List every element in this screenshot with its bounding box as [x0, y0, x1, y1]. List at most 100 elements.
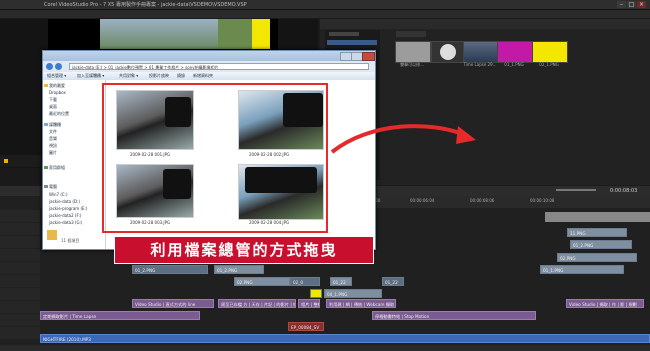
nav-item[interactable]: 音樂: [49, 136, 57, 142]
back-button[interactable]: [46, 63, 53, 70]
nav-item[interactable]: 圖片: [49, 150, 57, 156]
toolbar-share[interactable]: 共用對象 ▾: [119, 72, 138, 80]
track-marker: [545, 212, 650, 222]
library-thumb-label: 雙擊可以修...: [400, 62, 424, 67]
nav-item[interactable]: 我的最愛: [49, 83, 65, 89]
ruler-tick: 00:00:06:04: [410, 198, 435, 203]
timeline-clip[interactable]: 01_22: [382, 277, 404, 286]
library-thumb[interactable]: [395, 41, 431, 63]
preview-tree: [218, 19, 252, 49]
timeline-clip[interactable]: 利用建 | 網 | 傳統 | Webcam 擷取 | 影 | 相機: [326, 299, 396, 308]
nav-item[interactable]: 桌面: [49, 104, 57, 110]
explorer-toolbar: 組合管理 ▾ 加入至媒體櫃 ▾ 共用對象 ▾ 投影片放映 燒錄 新增資料夾: [43, 72, 375, 80]
library-filter[interactable]: [396, 31, 426, 37]
ruler-tick: 00:00:10:08: [530, 198, 555, 203]
library-thumb[interactable]: [431, 41, 467, 63]
forward-button[interactable]: [55, 63, 62, 70]
nav-item[interactable]: jackie-data (D:): [49, 199, 80, 204]
toolbar-burn[interactable]: 燒錄: [177, 72, 185, 80]
timeline-clip[interactable]: Video Studio | 直式方式的 line: [132, 299, 214, 308]
timeline-clip[interactable]: 停格動畫特效 | Stop Motion: [372, 311, 536, 320]
scrubber-handle[interactable]: [4, 159, 8, 163]
nav-item[interactable]: Dropbox: [49, 90, 66, 95]
explorer-title-bar: [43, 51, 375, 61]
record-icon: [440, 44, 456, 60]
close-button[interactable]: [362, 52, 375, 61]
timeline-clip[interactable]: 01_22: [330, 277, 352, 286]
timeline-clip[interactable]: 02.PNG: [234, 277, 290, 286]
nav-item[interactable]: jackie-data3 (G:): [49, 220, 83, 225]
track-header[interactable]: [0, 249, 40, 261]
track-header[interactable]: [0, 236, 40, 248]
nav-item[interactable]: 最近的位置: [49, 111, 69, 117]
timeline-clip[interactable]: 11.PNG: [567, 228, 627, 237]
timeline-clip[interactable]: 定期擷取影片 | Time Lapse: [40, 311, 200, 320]
nav-item[interactable]: 文件: [49, 129, 57, 135]
item-count: 11 個項目: [61, 238, 80, 243]
library-tabs: [320, 19, 650, 29]
track-header[interactable]: [0, 288, 40, 300]
timeline-clip[interactable]: 02_0: [290, 277, 320, 286]
library-folder-item[interactable]: [327, 40, 377, 45]
library-thumb-label: 01_1.PNG: [504, 62, 524, 67]
drag-highlight-box: [102, 83, 328, 233]
timeline-clip[interactable]: 01_2.PNG: [132, 265, 208, 274]
nav-item[interactable]: 視訊: [49, 143, 57, 149]
folder-icon: [47, 230, 57, 240]
drag-arrow-icon: [330, 124, 476, 154]
track-header[interactable]: [0, 275, 40, 287]
library-thumb-label: Time Lapse 29...: [463, 62, 497, 67]
title-bar: Corel VideoStudio Pro - 7 X5 專用製作手冊專案 - …: [0, 0, 650, 10]
timeline-clip[interactable]: 04_1.PNG: [324, 289, 382, 298]
timeline-clip[interactable]: Video Studio | 擷取 | 作 | 影 | 規劃: [566, 299, 644, 308]
homegroup-icon: [44, 166, 48, 169]
address-bar[interactable]: jackie-data (E:) > 01_jackie數位預覽 > 01 專業…: [69, 63, 369, 70]
maximize-button[interactable]: □: [627, 1, 636, 8]
nav-item[interactable]: jackie-program (E:): [49, 206, 87, 211]
toolbar-add-library[interactable]: 加入至媒體櫃 ▾: [77, 72, 104, 80]
track-header[interactable]: [0, 262, 40, 274]
nav-item[interactable]: 媒體櫃: [49, 122, 61, 128]
computer-icon: [44, 185, 48, 188]
preview-yellow-bar: [252, 19, 270, 49]
nav-item[interactable]: 下載: [49, 97, 57, 103]
library-thumb[interactable]: [532, 41, 568, 63]
toolbar-new-folder[interactable]: 新增資料夾: [193, 72, 213, 80]
timeline-clip[interactable]: EP_00084_SV: [288, 322, 324, 331]
zoom-slider[interactable]: [556, 189, 596, 191]
preview-image: [100, 19, 218, 49]
track-header[interactable]: [0, 210, 40, 222]
caption-banner: 利用檔案總管的方式拖曳: [114, 236, 374, 264]
timeline-scrollbar[interactable]: [0, 345, 650, 351]
timeline-clip[interactable]: NIGHTFIRE (2010).MP3: [40, 334, 650, 343]
nav-item[interactable]: 家用群組: [49, 165, 65, 171]
library-thumb[interactable]: [497, 41, 533, 63]
timeline-clip[interactable]: 01_2.PNG: [214, 265, 264, 274]
nav-item[interactable]: Win7 (C:): [49, 192, 68, 197]
track-header[interactable]: [0, 314, 40, 326]
nav-item[interactable]: jackie-data2 (F:): [49, 213, 81, 218]
library-add-button[interactable]: [329, 32, 359, 36]
timeline-clip[interactable]: [310, 289, 322, 298]
timeline-clip[interactable]: 02.PNG: [557, 253, 637, 262]
nav-item[interactable]: 電腦: [49, 184, 57, 190]
track-header[interactable]: [0, 223, 40, 235]
track-header[interactable]: [0, 301, 40, 313]
timeline-clip[interactable]: 相片 | 整網: [298, 299, 320, 308]
toolbar-organize[interactable]: 組合管理 ▾: [47, 72, 66, 80]
timecode: 0:00:08:03: [610, 188, 638, 194]
navigation-pane: 我的最愛 Dropbox 下載 桌面 最近的位置 媒體櫃 文件 音樂 視訊 圖片…: [43, 80, 106, 249]
library-thumb[interactable]: [463, 41, 499, 63]
timeline-clip[interactable]: 周至已存檔 方 | 天存 | 片記 | 的影片 | 相同: [218, 299, 296, 308]
window-title: Corel VideoStudio Pro - 7 X5 專用製作手冊專案 - …: [44, 2, 247, 8]
track-header[interactable]: [0, 327, 40, 339]
toolbar-slideshow[interactable]: 投影片放映: [149, 72, 169, 80]
close-button[interactable]: ×: [637, 1, 646, 8]
library-thumb-label: 02_1.PNG: [539, 62, 559, 67]
library-icon: [44, 123, 48, 126]
minimize-button[interactable]: –: [617, 1, 626, 8]
favorites-icon: [44, 84, 48, 87]
timeline-clip[interactable]: 01_2.PNG: [570, 240, 632, 249]
timeline-clip[interactable]: 01_1.PNG: [540, 265, 624, 274]
menu-bar: [0, 10, 650, 18]
